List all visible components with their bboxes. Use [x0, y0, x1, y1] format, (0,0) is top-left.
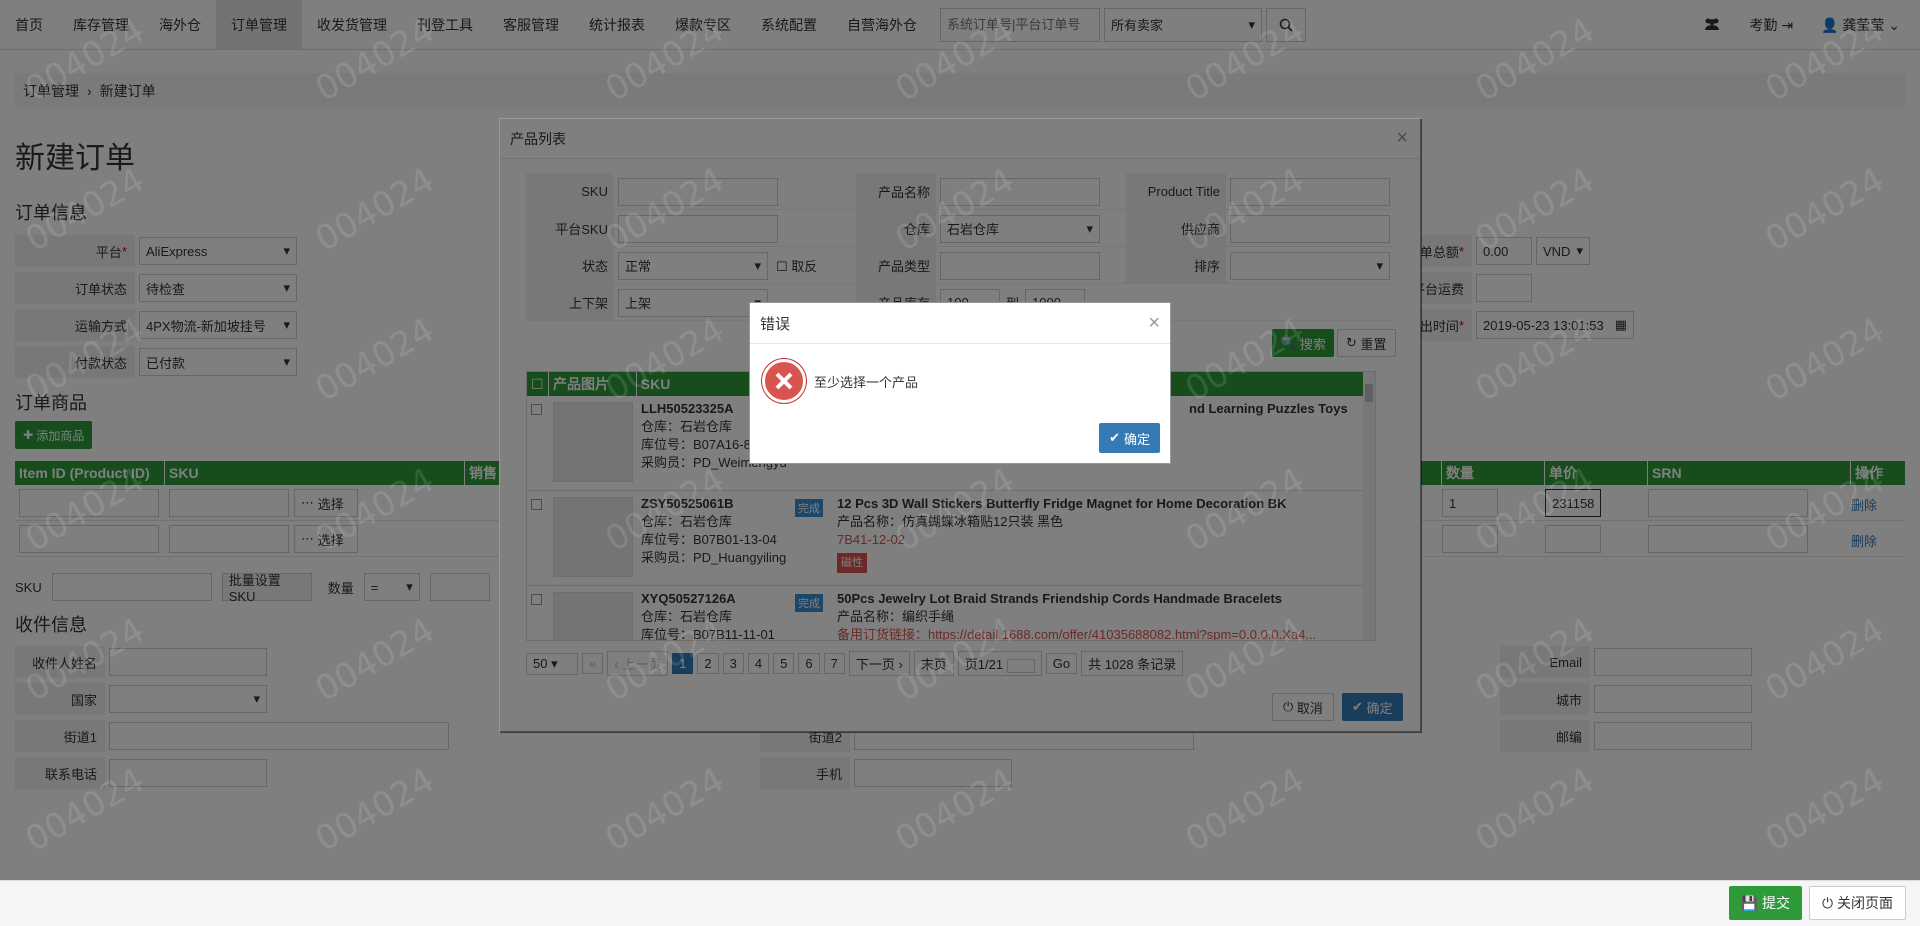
- bottom-bar: [0, 880, 1920, 926]
- close-page-button[interactable]: ⏻ 关闭页面: [1809, 886, 1906, 920]
- check-icon: ✔: [1109, 430, 1120, 445]
- close-icon[interactable]: ×: [1148, 312, 1160, 335]
- error-dialog-title: 错误: [760, 315, 791, 333]
- error-dialog-body: 至少选择一个产品: [762, 359, 918, 403]
- error-icon: [762, 359, 806, 403]
- power-icon: ⏻: [1822, 894, 1834, 911]
- save-icon: 💾: [1740, 894, 1759, 911]
- error-dialog-header: 错误 ×: [750, 303, 1170, 344]
- error-confirm-button[interactable]: ✔ 确定: [1099, 423, 1160, 453]
- error-message: 至少选择一个产品: [814, 374, 919, 390]
- submit-button[interactable]: 💾 提交: [1728, 886, 1802, 920]
- error-dialog: 错误 × 至少选择一个产品 ✔ 确定: [749, 302, 1171, 464]
